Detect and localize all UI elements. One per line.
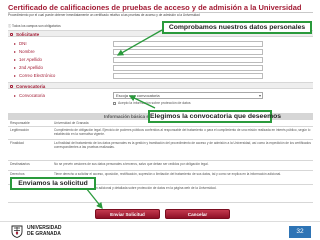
university-crest-icon [11, 225, 23, 238]
callout-send-arrow [85, 187, 103, 210]
callout-convocatoria-arrow [128, 95, 156, 109]
callout-personal: Comprobamos nuestros datos personales [162, 21, 312, 34]
page-number: 32 [289, 226, 311, 238]
callout-personal-arrow [116, 29, 163, 56]
university-name: UNIVERSIDAD DE GRANADA [27, 225, 61, 237]
footer: UNIVERSIDAD DE GRANADA 32 [0, 221, 320, 240]
callout-send: Enviamos la solicitud [10, 177, 96, 190]
callout-convocatoria: Elegimos la convocatoria que deseemos [148, 110, 281, 123]
university-name-line2: DE GRANADA [27, 230, 61, 237]
